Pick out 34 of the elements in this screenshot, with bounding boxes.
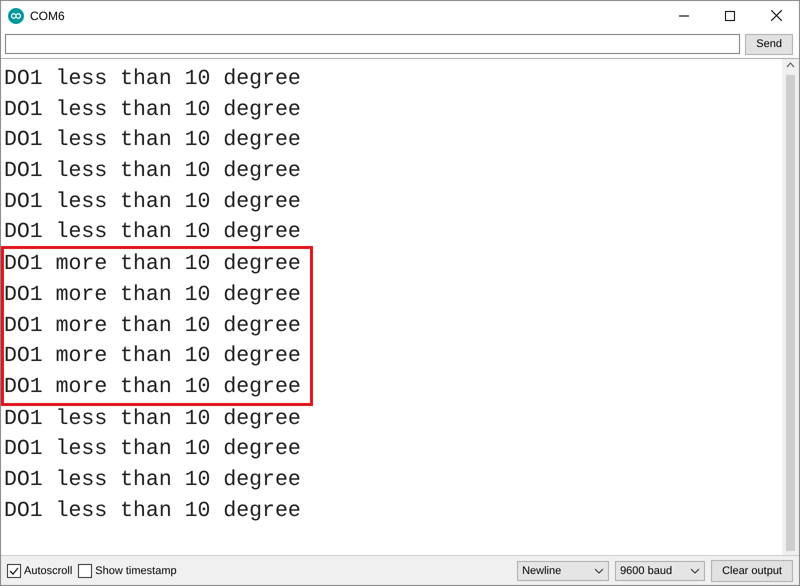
dropdown-value: 9600 baud — [620, 564, 672, 576]
checkbox-label[interactable]: Autoscroll — [24, 564, 72, 576]
caret-icon — [594, 568, 604, 574]
output-line: DO1 less than 10 degree — [3, 158, 302, 186]
input-field[interactable] — [5, 34, 740, 54]
window-title: COM6 — [30, 8, 66, 22]
checkmark-icon — [9, 566, 19, 576]
output-line: DO1 more than 10 degree — [4, 251, 302, 278]
checkbox[interactable] — [7, 564, 21, 578]
app-logo-icon — [8, 8, 24, 24]
output-line: DO1 more than 10 degree — [4, 374, 302, 401]
scrollbar[interactable] — [782, 59, 799, 555]
checkbox[interactable] — [78, 564, 92, 578]
output-line: DO1 less than 10 degree — [3, 219, 302, 246]
output-line: DO1 more than 10 degree — [4, 343, 302, 370]
close-icon[interactable] — [770, 10, 782, 21]
output-line: DO1 less than 10 degree — [3, 498, 302, 525]
caret-icon — [690, 568, 700, 574]
dropdown-value: Newline — [522, 564, 562, 576]
output-line: DO1 less than 10 degree — [3, 127, 302, 154]
line-ending-dropdown[interactable]: Newline — [517, 560, 610, 580]
output-line: DO1 less than 10 degree — [3, 466, 302, 494]
output-line: DO1 less than 10 degree — [3, 436, 302, 464]
clear-output-button[interactable]: Clear output — [711, 560, 793, 582]
output-line: DO1 more than 10 degree — [4, 312, 302, 340]
output-line: DO1 less than 10 degree — [3, 66, 302, 93]
baud-dropdown[interactable]: 9600 baud — [615, 560, 706, 580]
checkbox-label[interactable]: Show timestamp — [95, 564, 177, 576]
output-line: DO1 more than 10 degree — [4, 282, 302, 309]
output-line: DO1 less than 10 degree — [3, 406, 302, 433]
output-line: DO1 less than 10 degree — [3, 96, 302, 124]
send-button[interactable]: Send — [745, 34, 793, 54]
output-line: DO1 less than 10 degree — [3, 188, 302, 216]
maximize-icon[interactable] — [725, 10, 735, 20]
